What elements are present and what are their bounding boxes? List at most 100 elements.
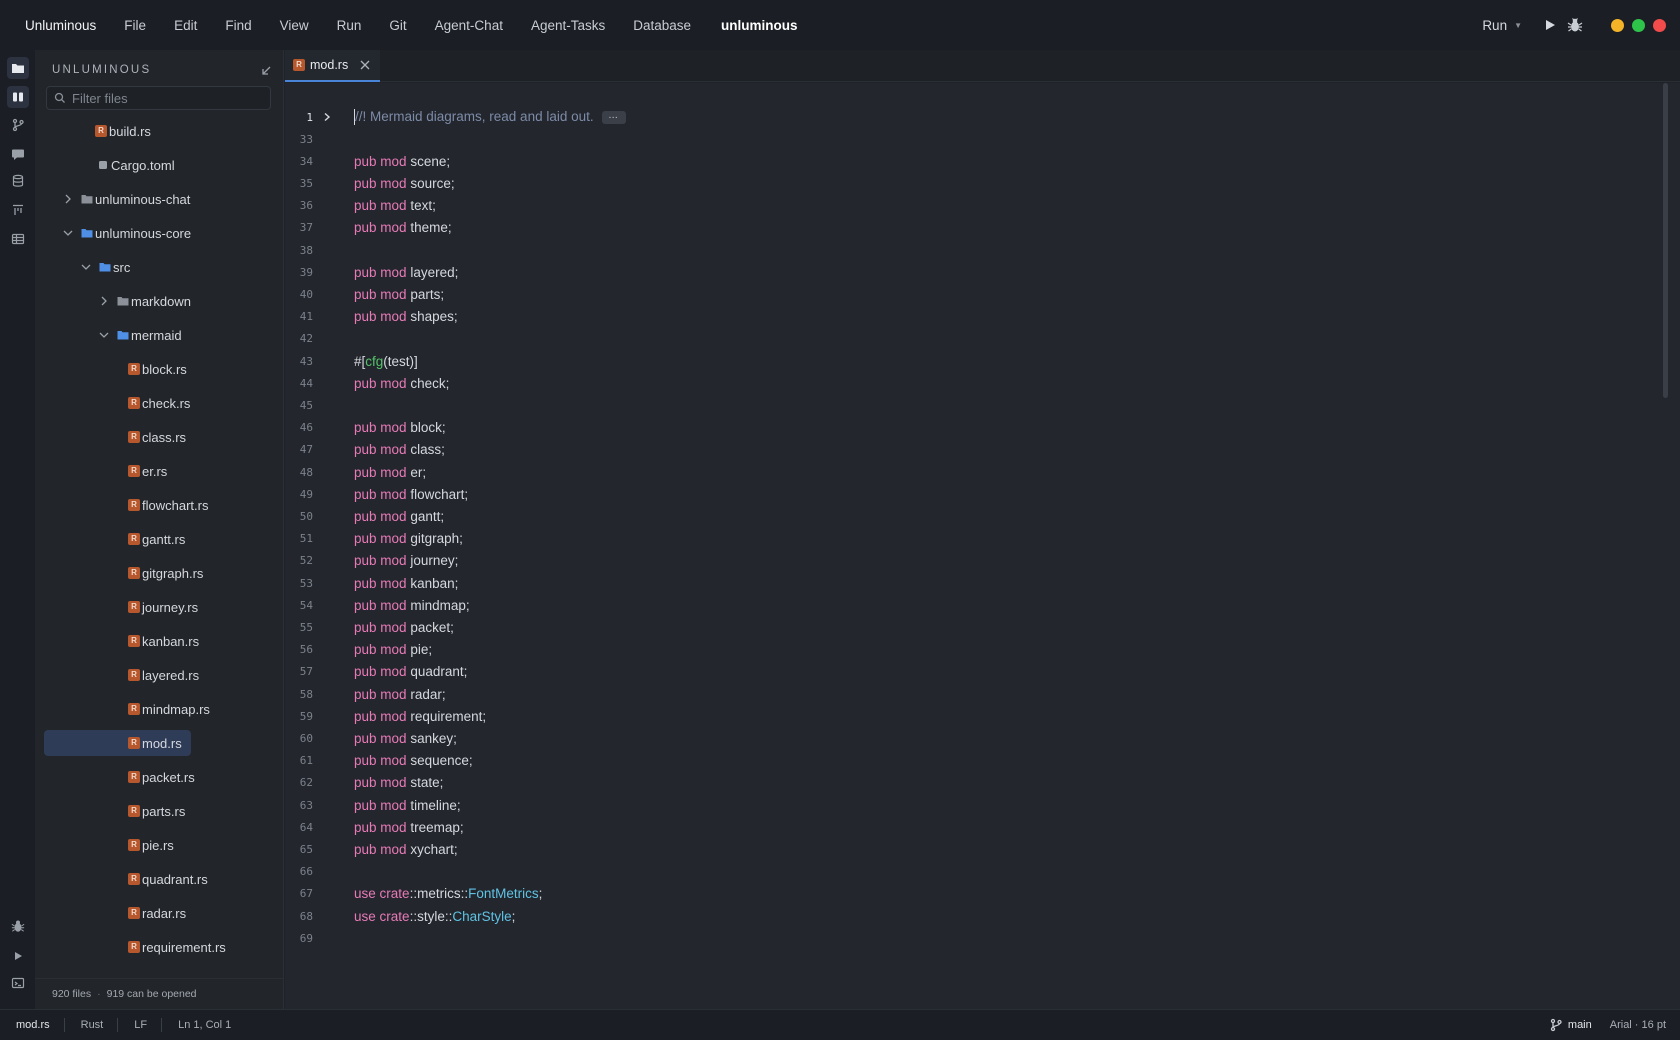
code-line[interactable]: 56 pub mod pie;: [285, 639, 1665, 661]
database-icon[interactable]: [7, 170, 29, 192]
fold-chevron-right-icon[interactable]: [322, 112, 332, 122]
menu-file[interactable]: File: [124, 18, 146, 33]
tab-mod-rs[interactable]: R mod.rs: [285, 50, 380, 82]
folder-item[interactable]: src: [79, 254, 275, 280]
code-editor[interactable]: 1 //! Mermaid diagrams, read and laid out…: [285, 83, 1680, 1009]
code-line[interactable]: 34 pub mod scene;: [285, 150, 1665, 172]
code-line[interactable]: 68 use crate::style::CharStyle;: [285, 905, 1665, 927]
code-line[interactable]: 62 pub mod state;: [285, 772, 1665, 794]
code-line[interactable]: 36 pub mod text;: [285, 195, 1665, 217]
code-line[interactable]: 44 pub mod check;: [285, 372, 1665, 394]
status-cursor-position[interactable]: Ln 1, Col 1: [178, 1019, 231, 1031]
code-line[interactable]: 61 pub mod sequence;: [285, 750, 1665, 772]
menu-database[interactable]: Database: [633, 18, 691, 33]
code-line[interactable]: 40 pub mod parts;: [285, 283, 1665, 305]
file-item[interactable]: Rpie.rs: [128, 832, 275, 858]
code-line[interactable]: 52 pub mod journey;: [285, 550, 1665, 572]
git-branch-status[interactable]: main: [1549, 1018, 1592, 1032]
code-line[interactable]: 1 //! Mermaid diagrams, read and laid out…: [285, 106, 1665, 128]
code-line[interactable]: 47 pub mod class;: [285, 439, 1665, 461]
file-item[interactable]: Rrequirement.rs: [128, 934, 275, 960]
debug-icon[interactable]: [1567, 17, 1583, 33]
menu-edit[interactable]: Edit: [174, 18, 197, 33]
folder-item[interactable]: markdown: [97, 288, 275, 314]
menu-find[interactable]: Find: [225, 18, 251, 33]
play-icon[interactable]: [1546, 20, 1555, 30]
status-font[interactable]: Arial · 16 pt: [1610, 1019, 1666, 1031]
collapse-all-icon[interactable]: [259, 64, 273, 78]
run-config-dropdown[interactable]: Run ▼: [1482, 18, 1522, 33]
chevron-right-icon[interactable]: [61, 192, 75, 206]
minimize-button[interactable]: [1611, 18, 1624, 32]
debug-icon[interactable]: [7, 915, 29, 937]
maximize-button[interactable]: [1632, 18, 1645, 32]
code-line[interactable]: 66: [285, 861, 1665, 883]
menu-git[interactable]: Git: [389, 18, 406, 33]
file-item[interactable]: Rjourney.rs: [128, 594, 275, 620]
code-line[interactable]: 64 pub mod treemap;: [285, 816, 1665, 838]
code-line[interactable]: 55 pub mod packet;: [285, 616, 1665, 638]
file-item[interactable]: Rclass.rs: [128, 424, 275, 450]
code-line[interactable]: 69: [285, 927, 1665, 949]
folded-region-ellipsis[interactable]: …: [601, 110, 626, 124]
file-item[interactable]: Cargo.toml: [97, 152, 275, 178]
code-line[interactable]: 38: [285, 239, 1665, 261]
chevron-right-icon[interactable]: [97, 294, 111, 308]
code-line[interactable]: 65 pub mod xychart;: [285, 838, 1665, 860]
code-line[interactable]: 35 pub mod source;: [285, 172, 1665, 194]
status-eol[interactable]: LF: [134, 1019, 147, 1031]
folder-item[interactable]: unluminous-core: [61, 220, 275, 246]
file-item[interactable]: Rquadrant.rs: [128, 866, 275, 892]
menu-view[interactable]: View: [280, 18, 309, 33]
file-item[interactable]: Rradar.rs: [128, 900, 275, 926]
folder-item[interactable]: mermaid: [97, 322, 275, 348]
code-line[interactable]: 45: [285, 394, 1665, 416]
file-item[interactable]: Rblock.rs: [128, 356, 275, 382]
code-line[interactable]: 39 pub mod layered;: [285, 261, 1665, 283]
app-name[interactable]: Unluminous: [25, 18, 96, 33]
workspace-name[interactable]: unluminous: [721, 18, 798, 33]
code-line[interactable]: 58 pub mod radar;: [285, 683, 1665, 705]
code-line[interactable]: 49 pub mod flowchart;: [285, 483, 1665, 505]
filter-files-field[interactable]: [46, 86, 271, 110]
code-line[interactable]: 60 pub mod sankey;: [285, 727, 1665, 749]
chevron-down-icon[interactable]: [79, 260, 93, 274]
file-item[interactable]: Rparts.rs: [128, 798, 275, 824]
close-window-button[interactable]: [1653, 18, 1666, 32]
file-item[interactable]: Rcheck.rs: [128, 390, 275, 416]
table-icon[interactable]: [7, 228, 29, 250]
file-item[interactable]: Rgantt.rs: [128, 526, 275, 552]
code-line[interactable]: 37 pub mod theme;: [285, 217, 1665, 239]
file-item[interactable]: Rmindmap.rs: [128, 696, 275, 722]
file-item[interactable]: Rgitgraph.rs: [128, 560, 275, 586]
file-item[interactable]: Rkanban.rs: [128, 628, 275, 654]
code-line[interactable]: 63 pub mod timeline;: [285, 794, 1665, 816]
code-line[interactable]: 33: [285, 128, 1665, 150]
files-icon[interactable]: [7, 57, 29, 79]
tasks-icon[interactable]: [7, 199, 29, 221]
file-item[interactable]: Rbuild.rs: [95, 118, 275, 144]
code-line[interactable]: 59 pub mod requirement;: [285, 705, 1665, 727]
file-item[interactable]: Rflowchart.rs: [128, 492, 275, 518]
close-icon[interactable]: [360, 60, 370, 70]
chevron-down-icon[interactable]: [97, 328, 111, 342]
code-line[interactable]: 57 pub mod quadrant;: [285, 661, 1665, 683]
folder-item[interactable]: unluminous-chat: [61, 186, 275, 212]
status-file[interactable]: mod.rs: [16, 1019, 50, 1031]
code-line[interactable]: 43 #[cfg(test)]: [285, 350, 1665, 372]
code-line[interactable]: 53 pub mod kanban;: [285, 572, 1665, 594]
file-item[interactable]: Rpacket.rs: [128, 764, 275, 790]
menu-agent-tasks[interactable]: Agent-Tasks: [531, 18, 605, 33]
code-line[interactable]: 51 pub mod gitgraph;: [285, 528, 1665, 550]
filter-files-input[interactable]: [72, 90, 262, 106]
code-line[interactable]: 48 pub mod er;: [285, 461, 1665, 483]
chat-icon[interactable]: [7, 143, 29, 165]
status-language[interactable]: Rust: [81, 1019, 104, 1031]
file-item[interactable]: Rlayered.rs: [128, 662, 275, 688]
file-item[interactable]: Rer.rs: [128, 458, 275, 484]
code-line[interactable]: 41 pub mod shapes;: [285, 306, 1665, 328]
code-line[interactable]: 67 use crate::metrics::FontMetrics;: [285, 883, 1665, 905]
menu-agent-chat[interactable]: Agent-Chat: [435, 18, 503, 33]
terminal-icon[interactable]: [7, 972, 29, 994]
run-icon[interactable]: [7, 945, 29, 967]
